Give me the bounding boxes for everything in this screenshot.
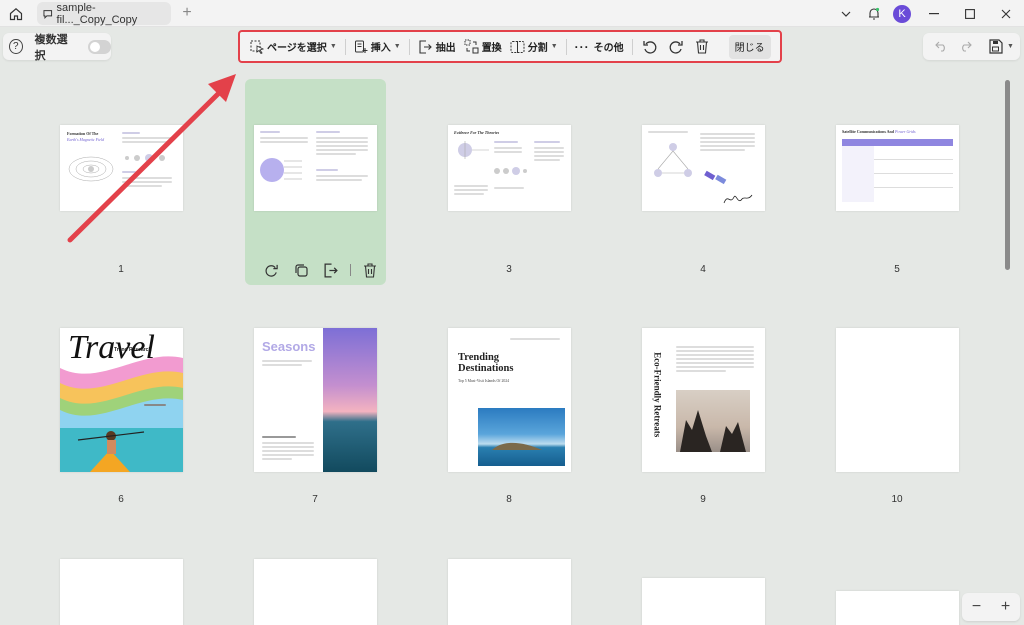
rotate-left-icon[interactable]	[637, 35, 663, 59]
delete-page-icon[interactable]	[355, 258, 385, 282]
page-thumbnail-10[interactable]	[836, 328, 959, 472]
multi-select-label: 複数選択	[34, 33, 68, 62]
trash-icon[interactable]	[689, 35, 715, 59]
signature-image	[723, 194, 753, 204]
rotate-right-icon[interactable]	[663, 35, 689, 59]
table	[842, 139, 953, 205]
home-icon[interactable]	[6, 4, 26, 24]
annotation-arrow	[67, 74, 236, 243]
zoom-in-icon[interactable]: +	[1001, 598, 1010, 616]
satellite-image	[704, 170, 727, 185]
chevron-down-icon: ▼	[393, 43, 401, 50]
page-thumbnail-3[interactable]: Evidence For The Theories	[448, 125, 571, 211]
planet-diagram	[260, 158, 302, 182]
page-number: 3	[506, 264, 512, 275]
page-number: 9	[700, 494, 706, 505]
more-dots-icon: ···	[574, 39, 590, 54]
replace-icon	[464, 39, 479, 54]
chevron-down-icon: ▼	[550, 43, 558, 50]
sunset-ocean-image	[323, 328, 377, 472]
page-number: 4	[700, 264, 706, 275]
extract-button[interactable]: 抽出	[414, 35, 460, 59]
dots-diagram	[125, 154, 165, 162]
document-tab[interactable]: sample-fil..._Copy_Copy	[37, 1, 171, 26]
insert-button[interactable]: 挿入 ▼	[350, 35, 405, 59]
page-number: 1	[118, 264, 124, 275]
title-bar: sample-fil..._Copy_Copy + K	[0, 0, 1024, 27]
page-thumbnail-15[interactable]	[836, 591, 959, 625]
page-thumbnail-4[interactable]	[642, 125, 765, 211]
select-pages-dropdown[interactable]: ページを選択 ▼	[246, 35, 341, 59]
document-tab-title: sample-fil..._Copy_Copy	[56, 1, 138, 26]
page-thumbnail-9[interactable]: Eco-Friendly Retreats	[642, 328, 765, 472]
close-window-icon[interactable]	[988, 0, 1024, 27]
close-button[interactable]: 閉じる	[728, 34, 771, 59]
page-thumbnail-11[interactable]	[60, 559, 183, 625]
divider	[631, 38, 633, 55]
island-silhouette	[492, 442, 542, 450]
replace-button[interactable]: 置換	[460, 35, 506, 59]
page-thumbnail-13[interactable]	[448, 559, 571, 625]
more-button[interactable]: ··· その他	[571, 35, 628, 59]
dots-diagram	[494, 167, 527, 175]
page-number: 7	[312, 494, 318, 505]
page-thumbnail-7[interactable]: Seasons	[254, 328, 377, 472]
rocks-silhouette	[680, 410, 746, 452]
maximize-icon[interactable]	[952, 0, 988, 27]
page-toolbar: ページを選択 ▼ 挿入 ▼ 抽出 置換 分割 ▼ ··· その他 閉じる	[238, 30, 782, 63]
page-thumbnail-2[interactable]	[254, 125, 377, 211]
page-thumbnail-1[interactable]: Formation Of The Earth's Magnetic Field	[60, 125, 183, 211]
vertical-scrollbar[interactable]	[1005, 80, 1010, 270]
extract-page-icon[interactable]	[316, 258, 346, 282]
new-tab-plus-icon[interactable]: +	[178, 4, 196, 22]
redo-icon[interactable]	[953, 35, 977, 59]
undo-icon[interactable]	[929, 35, 953, 59]
chevron-down-icon: ▼	[329, 43, 337, 50]
page-number: 6	[118, 494, 124, 505]
bell-icon[interactable]	[860, 0, 888, 27]
help-icon[interactable]: ?	[9, 39, 23, 54]
triangle-diagram	[654, 143, 692, 177]
page-number: 8	[506, 494, 512, 505]
chevron-down-icon[interactable]: ▼	[1007, 43, 1014, 50]
split-dropdown[interactable]: 分割 ▼	[506, 35, 562, 59]
page-thumbnail-14[interactable]	[642, 578, 765, 625]
magnetic-field-diagram	[68, 156, 114, 182]
page-thumbnail-6[interactable]: Trend Research Travel	[60, 328, 183, 472]
rotate-page-icon[interactable]	[256, 258, 286, 282]
user-avatar[interactable]: K	[888, 0, 916, 27]
split-icon	[510, 40, 525, 53]
insert-icon	[354, 40, 368, 53]
multi-select-toggle[interactable]	[87, 39, 112, 54]
multi-select-panel: ? 複数選択	[3, 33, 112, 62]
page-number: 5	[894, 264, 900, 275]
zoom-out-icon[interactable]: −	[972, 598, 981, 616]
page-thumbnail-8[interactable]: Trending Destinations Top 5 Must-Visit I…	[448, 328, 571, 472]
divider	[350, 264, 351, 276]
page-thumbnail-5[interactable]: Satellite Communications And Power Grids	[836, 125, 959, 211]
island-image	[478, 408, 565, 466]
divider	[565, 38, 567, 55]
history-panel: ▼	[923, 33, 1020, 60]
comment-icon	[43, 9, 53, 19]
chevron-down-icon[interactable]	[832, 0, 860, 27]
zoom-control: − +	[962, 593, 1020, 621]
network-diagram	[458, 141, 489, 159]
extract-icon	[419, 39, 432, 54]
duplicate-page-icon[interactable]	[286, 258, 316, 282]
page-number: 10	[891, 494, 903, 505]
minimize-icon[interactable]	[916, 0, 952, 27]
divider	[408, 38, 410, 55]
cursor-select-icon	[250, 40, 264, 54]
save-icon[interactable]	[983, 35, 1007, 59]
page-thumbnail-12[interactable]	[254, 559, 377, 625]
divider	[344, 38, 346, 55]
